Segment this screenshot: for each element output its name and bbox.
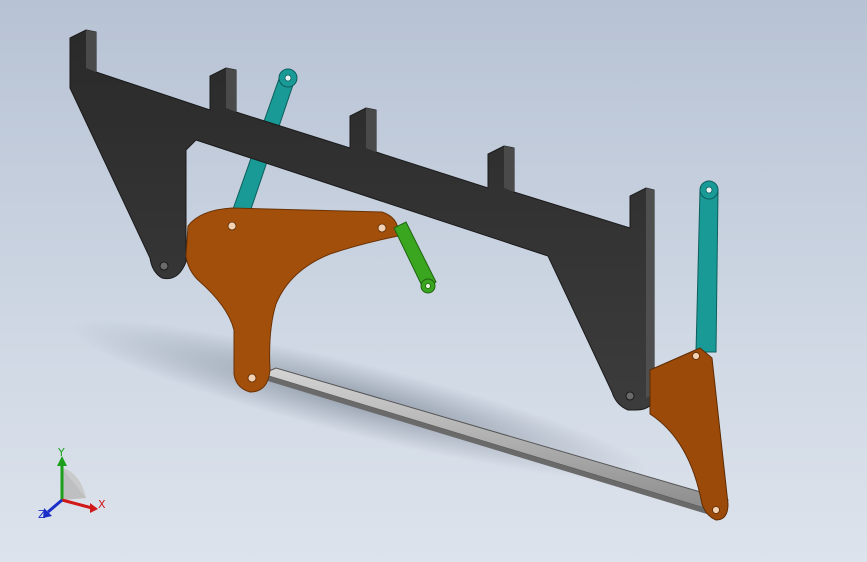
triad-z-axis xyxy=(47,498,63,514)
coordinate-triad: Y X Z xyxy=(38,446,106,521)
graphics-viewport[interactable]: Y X Z xyxy=(0,0,867,562)
teal-link-right[interactable] xyxy=(695,180,719,353)
triad-z-label: Z xyxy=(38,508,46,521)
triad-x-axis xyxy=(61,498,93,510)
triad-x-label: X xyxy=(98,498,106,511)
triad-x-arrow-icon xyxy=(90,503,98,513)
triad-y-label: Y xyxy=(57,446,65,459)
model-view[interactable]: Y X Z xyxy=(0,0,867,562)
green-link[interactable] xyxy=(393,221,437,294)
